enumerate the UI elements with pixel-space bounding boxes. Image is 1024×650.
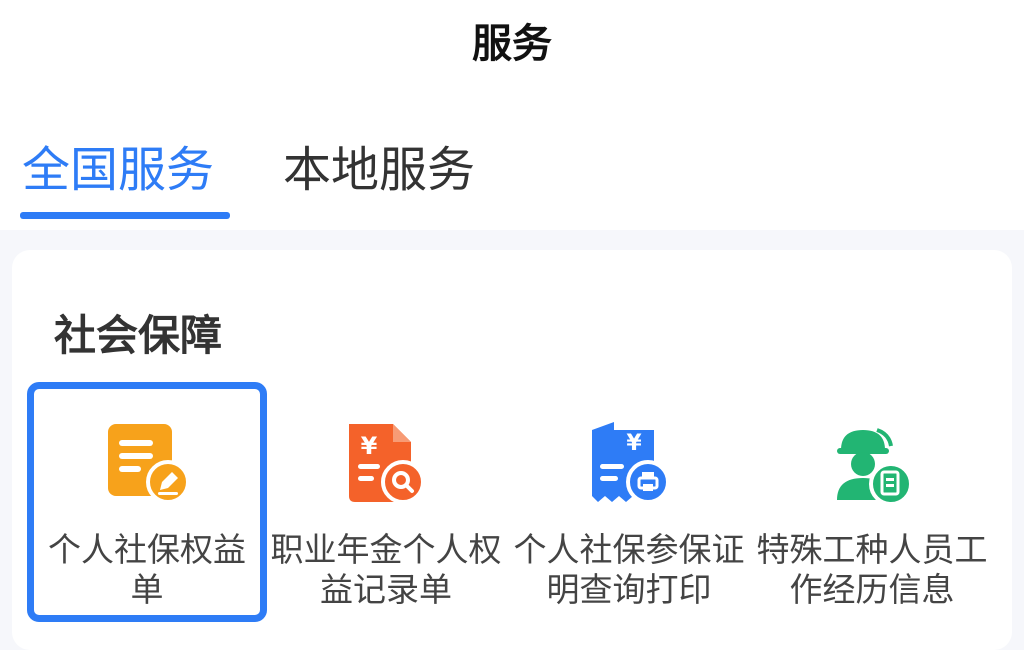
social-security-card: 社会保障 个人社保权益单 ¥ 职业年金个人权益记录单 ¥ 个人社保参保证明查询打… bbox=[12, 250, 1012, 650]
worker-document-icon bbox=[837, 428, 913, 506]
tab-national-services[interactable]: 全国服务 bbox=[22, 140, 214, 200]
svg-text:¥: ¥ bbox=[626, 431, 642, 456]
svg-text:¥: ¥ bbox=[361, 432, 378, 460]
service-label: 个人社保参保证明查询打印 bbox=[513, 530, 745, 609]
tab-local-services[interactable]: 本地服务 bbox=[283, 140, 475, 200]
tab-bar: 全国服务 本地服务 bbox=[0, 100, 1024, 230]
yuan-document-search-icon: ¥ bbox=[349, 424, 425, 504]
top-bar: 服务 bbox=[0, 0, 1024, 100]
section-title: 社会保障 bbox=[54, 311, 223, 360]
service-social-insurance-certificate-print[interactable]: ¥ 个人社保参保证明查询打印 bbox=[509, 382, 749, 622]
service-occupational-annuity-record[interactable]: ¥ 职业年金个人权益记录单 bbox=[266, 382, 506, 622]
active-tab-indicator bbox=[20, 212, 230, 219]
yuan-receipt-print-icon: ¥ bbox=[592, 422, 670, 504]
service-personal-social-security-rights[interactable]: 个人社保权益单 bbox=[27, 382, 267, 622]
service-label: 职业年金个人权益记录单 bbox=[270, 530, 502, 609]
document-edit-icon bbox=[108, 424, 190, 504]
service-label: 个人社保权益单 bbox=[48, 530, 246, 609]
page-title: 服务 bbox=[472, 21, 552, 67]
service-label: 特殊工种人员工作经历信息 bbox=[756, 530, 988, 609]
service-special-work-experience-info[interactable]: 特殊工种人员工作经历信息 bbox=[752, 382, 992, 622]
